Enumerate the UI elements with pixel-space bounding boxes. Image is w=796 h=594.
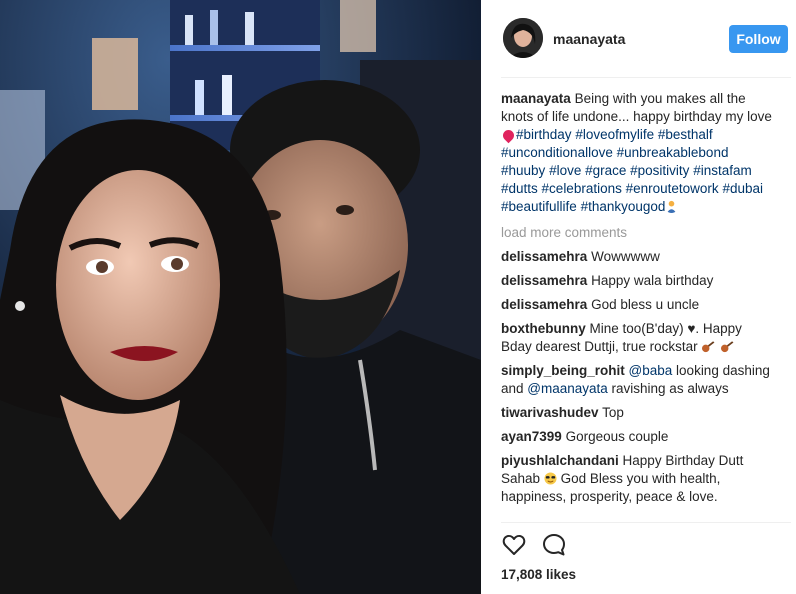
comment-item: ayan7399 Gorgeous couple (501, 428, 776, 446)
avatar[interactable] (503, 18, 543, 58)
comment-username[interactable]: ayan7399 (501, 429, 562, 444)
post-header: maanayata Follow (481, 0, 796, 78)
hashtag[interactable]: #loveofmylife (575, 127, 654, 142)
post-sidebar: maanayata Follow maanayata Being with yo… (481, 0, 796, 594)
hashtag[interactable]: #dubai (722, 181, 763, 196)
smiling-face-with-sunglasses-emoji-icon (544, 472, 557, 485)
comment-text: Gorgeous couple (565, 429, 669, 444)
post-photo[interactable] (0, 0, 481, 594)
hashtag[interactable]: #positivity (630, 163, 689, 178)
hashtag[interactable]: #unbreakablebond (617, 145, 729, 160)
avatar-image (503, 18, 543, 58)
comment-text: Wowwwww (591, 249, 660, 264)
likes-count[interactable]: 17,808 likes (501, 567, 576, 582)
post-caption: maanayata Being with you makes all the k… (501, 90, 776, 216)
comment-username[interactable]: delissamehra (501, 273, 587, 288)
comment-text: God bless u uncle (591, 297, 700, 312)
hashtag[interactable]: #grace (585, 163, 626, 178)
hashtag[interactable]: #love (549, 163, 581, 178)
selfie-illustration (0, 0, 481, 594)
hashtag[interactable]: #huuby (501, 163, 545, 178)
comment-item: delissamehra God bless u uncle (501, 296, 776, 314)
guitar-emoji-icon (721, 340, 735, 353)
comment-username[interactable]: tiwarivashudev (501, 405, 599, 420)
guitar-emoji-icon (702, 340, 716, 353)
follow-button[interactable]: Follow (729, 25, 788, 53)
hashtag[interactable]: #instafam (693, 163, 752, 178)
comment-username[interactable]: boxthebunny (501, 321, 586, 336)
comment-item: simply_being_rohit @baba looking dashing… (501, 362, 776, 398)
hashtag[interactable]: #birthday (516, 127, 572, 142)
speech-bubble-icon[interactable] (541, 532, 567, 558)
hashtag[interactable]: #unconditionallove (501, 145, 613, 160)
comment-username[interactable]: delissamehra (501, 249, 587, 264)
comment-username[interactable]: simply_being_rohit (501, 363, 625, 378)
hashtag[interactable]: #dutts (501, 181, 538, 196)
comment-username[interactable]: delissamehra (501, 297, 587, 312)
person-praying-emoji-icon (667, 200, 677, 213)
comments-list[interactable]: maanayata Being with you makes all the k… (501, 90, 776, 522)
comment-mention[interactable]: @maanayata (527, 381, 608, 396)
comment-text: Top (602, 405, 624, 420)
comment-item: delissamehra Wowwwww (501, 248, 776, 266)
post-actions (501, 532, 601, 558)
hashtag[interactable]: #beautifullife (501, 199, 577, 214)
hashtag[interactable]: #enroutetowork (626, 181, 719, 196)
hashtag[interactable]: #thankyougod (581, 199, 666, 214)
header-divider (501, 77, 791, 78)
comment-item: boxthebunny Mine too(B'day) ♥. Happy Bda… (501, 320, 776, 356)
comment-text: Happy wala birthday (591, 273, 714, 288)
comment-text: ravishing as always (607, 381, 729, 396)
hashtag[interactable]: #celebrations (542, 181, 622, 196)
red-heart-emoji-icon (501, 127, 517, 144)
comment-mention[interactable]: @baba (629, 363, 673, 378)
load-more-comments-link[interactable]: load more comments (501, 224, 776, 242)
caption-username[interactable]: maanayata (501, 91, 571, 106)
comment-username[interactable]: piyushlalchandani (501, 453, 619, 468)
hashtag[interactable]: #besthalf (658, 127, 713, 142)
post-author-username[interactable]: maanayata (553, 31, 625, 47)
comment-item: piyushlalchandani Happy Birthday Dutt Sa… (501, 452, 776, 506)
actions-divider (501, 522, 791, 523)
heart-outline-icon[interactable] (501, 532, 527, 558)
comment-item: delissamehra Happy wala birthday (501, 272, 776, 290)
comment-item: tiwarivashudev Top (501, 404, 776, 422)
